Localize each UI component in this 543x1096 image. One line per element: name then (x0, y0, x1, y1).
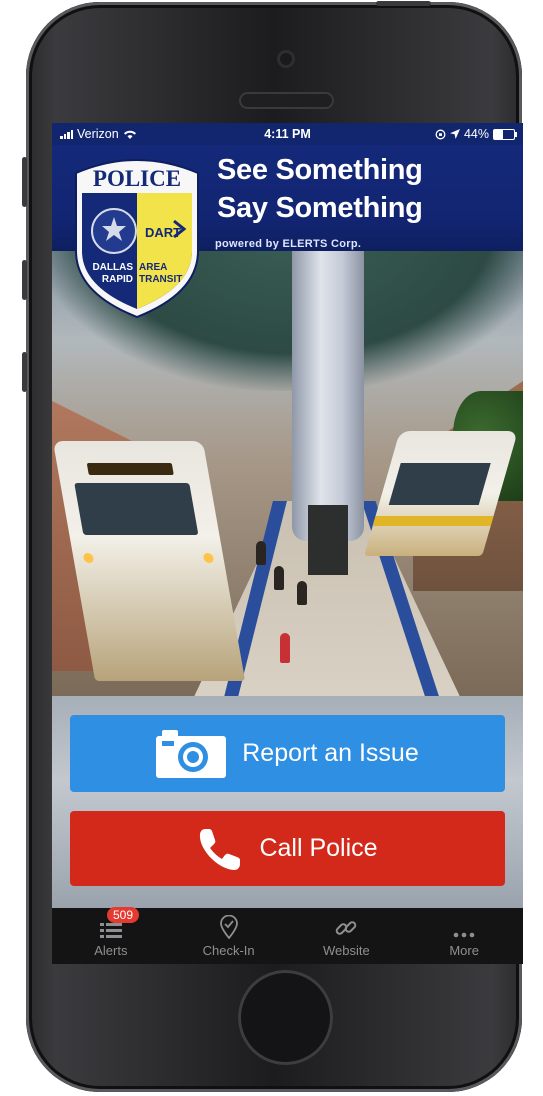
link-icon (336, 921, 357, 935)
app-screen: Verizon 4:11 PM 44% See Something Say So… (52, 123, 523, 964)
page-title: See Something Say Something (217, 151, 423, 227)
passenger (274, 566, 284, 590)
train-stripe (372, 516, 494, 526)
pedestrian-tube (292, 251, 364, 541)
title-line-2: Say Something (217, 192, 423, 224)
tab-label: Alerts (94, 943, 128, 958)
battery-icon (493, 128, 517, 140)
action-panel: Report an Issue Call Police (52, 696, 523, 908)
orientation-lock-icon (435, 129, 446, 139)
location-arrow-icon (449, 129, 460, 139)
status-bar: Verizon 4:11 PM 44% (52, 123, 523, 145)
passenger (297, 581, 307, 605)
dart-police-badge-logo: POLICE DART DALLAS AREA RAPID TRANSIT (75, 159, 199, 319)
report-issue-button[interactable]: Report an Issue (70, 715, 505, 792)
train-headlight (82, 553, 95, 563)
mute-switch (22, 157, 27, 207)
power-button (376, 1, 431, 6)
title-line-1: See Something (217, 154, 423, 186)
badge-police-text: POLICE (93, 166, 181, 191)
tube-entrance (308, 505, 348, 575)
tab-alerts[interactable]: 509 Alerts (52, 907, 170, 964)
battery-percent: 44% (463, 127, 489, 141)
badge-text-transit: TRANSIT (139, 274, 182, 285)
train-windshield (388, 463, 491, 505)
passenger (256, 541, 266, 565)
tab-more[interactable]: More (405, 908, 523, 964)
passenger (280, 633, 290, 663)
location-check-icon (219, 915, 238, 939)
report-issue-label: Report an Issue (242, 739, 419, 767)
call-police-button[interactable]: Call Police (70, 811, 505, 886)
tab-label: Check-In (202, 943, 255, 958)
tab-label: More (449, 943, 479, 958)
badge-text-dallas: DALLAS (92, 262, 133, 273)
status-right: 44% (435, 127, 517, 141)
train-destination-sign (86, 463, 174, 475)
camera-icon (156, 729, 227, 778)
train-windshield (74, 483, 199, 535)
call-police-label: Call Police (259, 834, 378, 862)
list-icon (99, 923, 122, 938)
badge-dart-text: DART (145, 225, 181, 240)
front-camera (277, 50, 295, 68)
alerts-count-badge: 509 (107, 907, 140, 923)
earpiece-speaker (239, 92, 334, 109)
volume-down-button (22, 352, 27, 392)
tab-website[interactable]: Website (288, 908, 406, 964)
train-headlight (202, 553, 215, 563)
tab-bar: 509 Alerts Check-In Website More (52, 907, 523, 964)
phone-icon (197, 826, 243, 872)
tab-check-in[interactable]: Check-In (170, 908, 288, 964)
home-button[interactable] (238, 970, 333, 1065)
powered-by-text: powered by ELERTS Corp. (215, 238, 362, 250)
volume-up-button (22, 260, 27, 300)
badge-text-rapid: RAPID (102, 274, 133, 285)
badge-text-area: AREA (139, 262, 167, 273)
tab-label: Website (323, 943, 370, 958)
more-dots-icon (453, 932, 475, 938)
